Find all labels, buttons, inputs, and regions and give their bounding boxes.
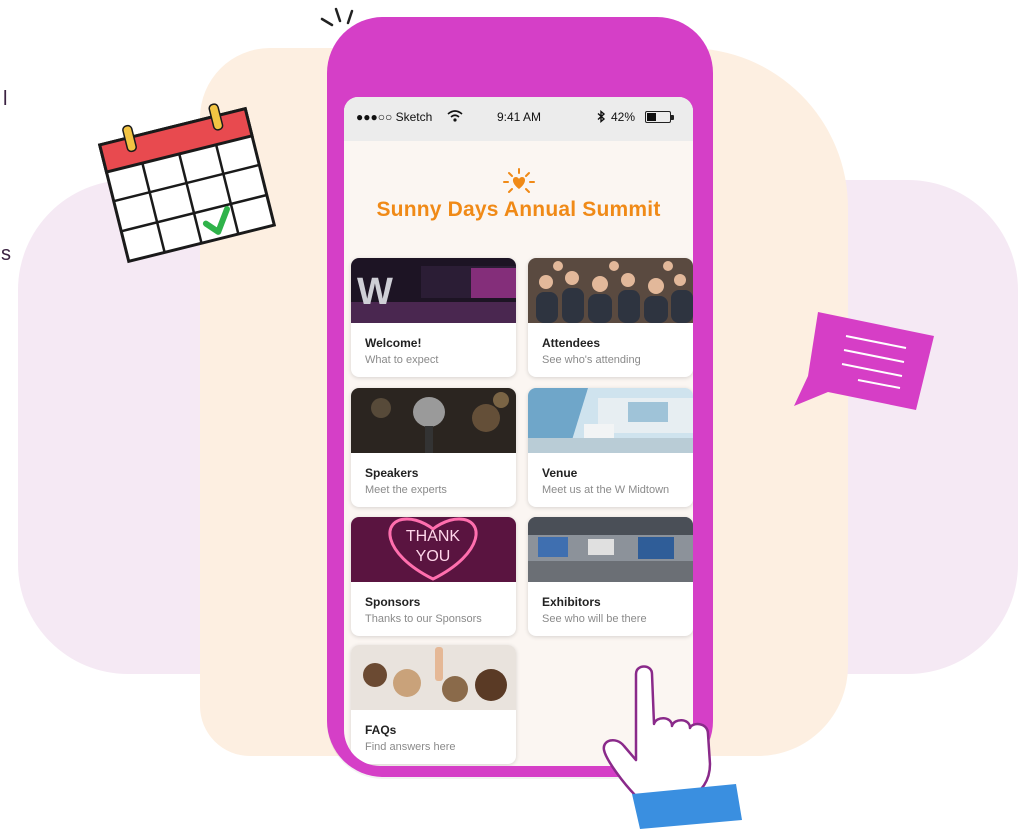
card-welcome[interactable]: W Welcome! What to expect [351, 258, 516, 377]
card-subtitle: Meet the experts [365, 484, 447, 496]
svg-text:W: W [357, 271, 393, 313]
carrier-label: ●●●○○ Sketch [356, 110, 433, 124]
battery-percent: 42% [611, 110, 636, 124]
card-title: Speakers [365, 466, 419, 480]
card-title: FAQs [365, 723, 397, 737]
card-title: Sponsors [365, 595, 421, 609]
calendar-check-icon [97, 103, 277, 264]
status-time: 9:41 AM [497, 110, 542, 124]
card-speakers[interactable]: Speakers Meet the experts [351, 388, 516, 507]
card-subtitle: Find answers here [365, 741, 456, 753]
card-welcome-image: W [351, 258, 516, 323]
card-subtitle: See who's attending [542, 354, 641, 366]
phone-frame: ●●●○○ Sketch 9:41 AM 42% Sunny Days Annu… [327, 17, 713, 777]
card-exhibitors[interactable]: Exhibitors See who will be there [528, 517, 693, 636]
card-title: Welcome! [365, 336, 422, 350]
card-subtitle: See who will be there [542, 613, 647, 625]
status-bar: ●●●○○ Sketch 9:41 AM 42% [344, 97, 693, 141]
card-subtitle: What to expect [365, 354, 439, 366]
card-venue[interactable]: Venue Meet us at the W Midtown [528, 388, 693, 507]
card-subtitle: Thanks to our Sponsors [365, 613, 482, 625]
card-attendees[interactable]: Attendees See who's attending [528, 258, 693, 377]
pointing-hand-icon [602, 665, 742, 829]
neon-you-text: YOU [416, 548, 451, 565]
app-title: Sunny Days Annual Summit [376, 198, 661, 221]
card-sponsors[interactable]: THANK YOU Sponsors Thanks to our Sponsor… [351, 517, 516, 636]
card-title: Exhibitors [542, 595, 601, 609]
chat-bubble-icon [794, 312, 934, 410]
clipped-text-line-2: s [1, 243, 11, 265]
clipped-text-line-1: l [3, 88, 8, 110]
card-title: Attendees [542, 336, 601, 350]
sun-heart-icon [503, 168, 535, 193]
card-subtitle: Meet us at the W Midtown [542, 484, 670, 496]
neon-thank-text: THANK [406, 528, 461, 545]
card-title: Venue [542, 466, 578, 480]
card-speakers-image [351, 388, 516, 453]
card-exhibitors-image [528, 517, 693, 582]
card-attendees-image [528, 258, 693, 323]
battery-level [647, 113, 656, 121]
battery-icon [645, 111, 671, 123]
wifi-icon [447, 110, 463, 122]
card-venue-image [528, 388, 693, 453]
battery-tip [671, 115, 674, 120]
bluetooth-icon [597, 110, 606, 123]
card-sponsors-image: THANK YOU [351, 517, 516, 582]
card-faqs[interactable]: FAQs Find answers here [351, 645, 516, 764]
card-faqs-image [351, 645, 516, 710]
